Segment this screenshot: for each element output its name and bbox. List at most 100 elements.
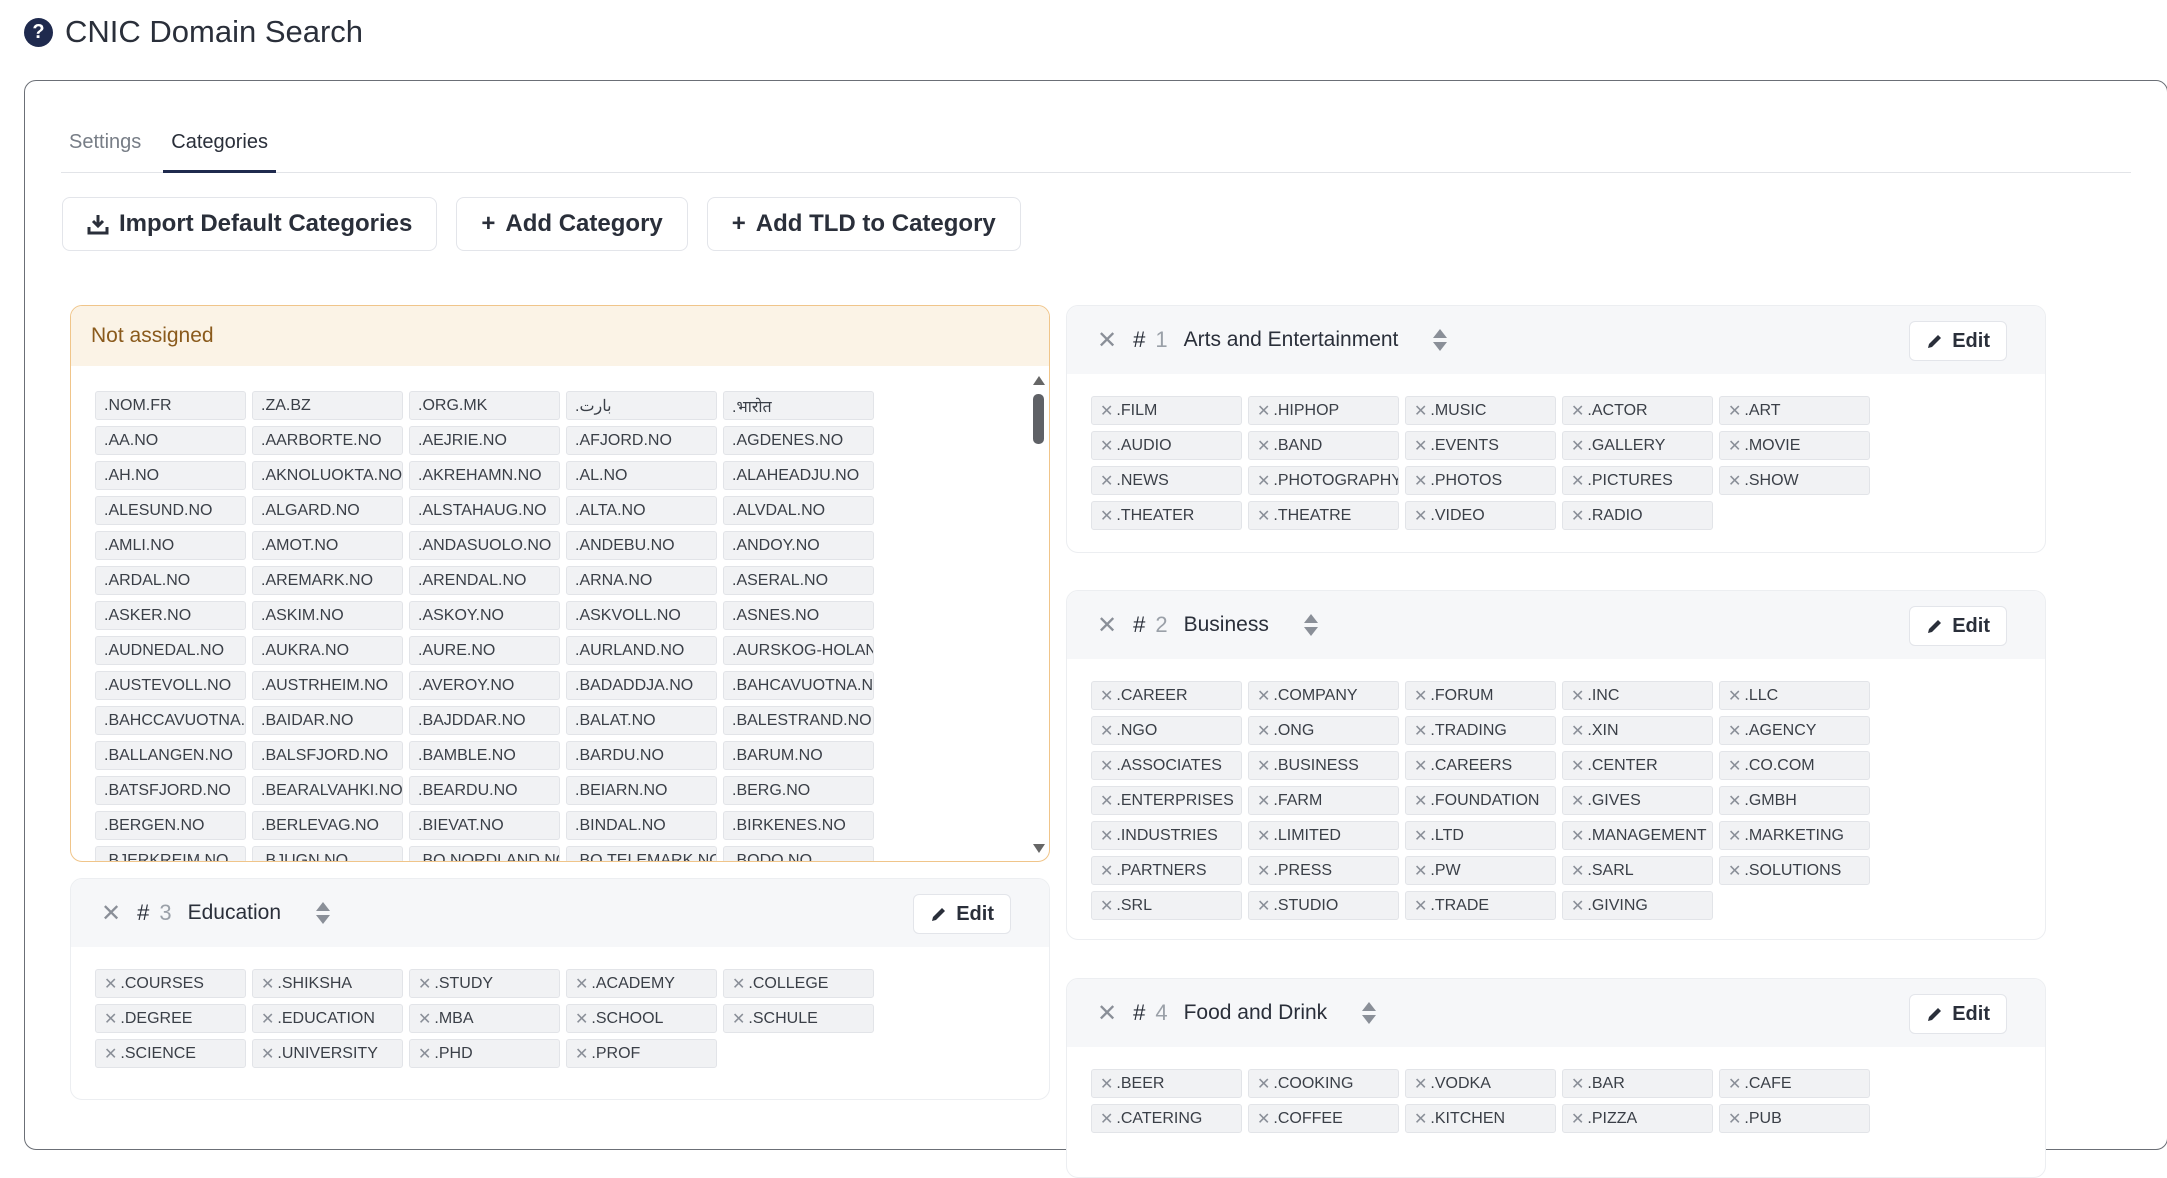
remove-tld-icon[interactable]: ✕: [1571, 826, 1584, 846]
add-tld-to-category-button[interactable]: + Add TLD to Category: [706, 197, 1021, 251]
remove-tld-icon[interactable]: ✕: [1257, 686, 1270, 706]
remove-tld-icon[interactable]: ✕: [1414, 721, 1427, 741]
remove-tld-icon[interactable]: ✕: [1728, 1074, 1741, 1094]
tld-chip[interactable]: .BINDAL.NO: [566, 811, 717, 840]
tld-chip[interactable]: .BIRKENES.NO: [723, 811, 874, 840]
remove-tld-icon[interactable]: ✕: [1414, 861, 1427, 881]
remove-tld-icon[interactable]: ✕: [1728, 1109, 1741, 1129]
scroll-down-arrow-icon[interactable]: [1033, 844, 1045, 853]
tld-chip[interactable]: .AMLI.NO: [95, 531, 246, 560]
sort-icon[interactable]: [1361, 1001, 1377, 1025]
remove-tld-icon[interactable]: ✕: [1100, 471, 1113, 491]
tld-chip[interactable]: .BATSFJORD.NO: [95, 776, 246, 805]
remove-tld-icon[interactable]: ✕: [1257, 756, 1270, 776]
remove-tld-icon[interactable]: ✕: [1728, 756, 1741, 776]
remove-category-icon[interactable]: ✕: [1097, 326, 1117, 355]
tld-chip[interactable]: .BAIDAR.NO: [252, 706, 403, 735]
question-circle-icon[interactable]: ?: [24, 17, 53, 47]
remove-tld-icon[interactable]: ✕: [104, 1044, 117, 1064]
tld-chip[interactable]: .ANDEBU.NO: [566, 531, 717, 560]
tld-chip[interactable]: .BAMBLE.NO: [409, 741, 560, 770]
remove-tld-icon[interactable]: ✕: [1100, 791, 1113, 811]
tld-chip[interactable]: .AKNOLUOKTA.NO: [252, 461, 403, 490]
remove-category-icon[interactable]: ✕: [101, 899, 121, 928]
import-default-categories-button[interactable]: Import Default Categories: [62, 197, 438, 251]
tld-chip[interactable]: .ASKIM.NO: [252, 601, 403, 630]
remove-tld-icon[interactable]: ✕: [418, 1009, 431, 1029]
remove-tld-icon[interactable]: ✕: [1100, 1074, 1113, 1094]
remove-tld-icon[interactable]: ✕: [1414, 401, 1427, 421]
sort-icon[interactable]: [315, 901, 331, 925]
tld-chip[interactable]: .AGDENES.NO: [723, 426, 874, 455]
tld-chip[interactable]: .BARDU.NO: [566, 741, 717, 770]
tld-chip[interactable]: .BERG.NO: [723, 776, 874, 805]
remove-tld-icon[interactable]: ✕: [1571, 471, 1584, 491]
tld-chip[interactable]: .ORG.MK: [409, 391, 560, 420]
remove-tld-icon[interactable]: ✕: [1100, 506, 1113, 526]
tld-chip[interactable]: .BODO.NO: [723, 846, 874, 861]
scrollbar-thumb[interactable]: [1033, 394, 1044, 444]
tld-chip[interactable]: .BADADDJA.NO: [566, 671, 717, 700]
remove-tld-icon[interactable]: ✕: [1257, 471, 1270, 491]
remove-tld-icon[interactable]: ✕: [732, 1009, 745, 1029]
remove-tld-icon[interactable]: ✕: [1571, 896, 1584, 916]
tld-chip[interactable]: .AH.NO: [95, 461, 246, 490]
tld-chip[interactable]: .AARBORTE.NO: [252, 426, 403, 455]
tld-chip[interactable]: .ARNA.NO: [566, 566, 717, 595]
tld-chip[interactable]: .ARENDAL.NO: [409, 566, 560, 595]
tld-chip[interactable]: .BEIARN.NO: [566, 776, 717, 805]
remove-tld-icon[interactable]: ✕: [104, 974, 117, 994]
remove-tld-icon[interactable]: ✕: [575, 1044, 588, 1064]
remove-tld-icon[interactable]: ✕: [1571, 436, 1584, 456]
add-category-button[interactable]: + Add Category: [456, 197, 688, 251]
tld-chip[interactable]: .AA.NO: [95, 426, 246, 455]
scroll-up-arrow-icon[interactable]: [1033, 376, 1045, 385]
edit-category-button[interactable]: Edit: [1909, 606, 2007, 646]
remove-tld-icon[interactable]: ✕: [1728, 471, 1741, 491]
tld-chip[interactable]: .BEARALVAHKI.NO: [252, 776, 403, 805]
remove-tld-icon[interactable]: ✕: [1100, 401, 1113, 421]
remove-tld-icon[interactable]: ✕: [1257, 436, 1270, 456]
tld-chip[interactable]: .ALVDAL.NO: [723, 496, 874, 525]
tld-chip[interactable]: .AVEROY.NO: [409, 671, 560, 700]
tld-chip[interactable]: .BALAT.NO: [566, 706, 717, 735]
remove-tld-icon[interactable]: ✕: [1100, 861, 1113, 881]
tld-chip[interactable]: .BALESTRAND.NO: [723, 706, 874, 735]
tld-chip[interactable]: .AUDNEDAL.NO: [95, 636, 246, 665]
remove-tld-icon[interactable]: ✕: [1728, 861, 1741, 881]
remove-tld-icon[interactable]: ✕: [1728, 721, 1741, 741]
tld-chip[interactable]: .BAHCAVUOTNA.NO: [723, 671, 874, 700]
tld-chip[interactable]: .ASNES.NO: [723, 601, 874, 630]
remove-tld-icon[interactable]: ✕: [104, 1009, 117, 1029]
remove-tld-icon[interactable]: ✕: [418, 974, 431, 994]
remove-tld-icon[interactable]: ✕: [1100, 756, 1113, 776]
remove-tld-icon[interactable]: ✕: [1414, 1109, 1427, 1129]
tld-chip[interactable]: .AL.NO: [566, 461, 717, 490]
remove-tld-icon[interactable]: ✕: [1100, 721, 1113, 741]
remove-tld-icon[interactable]: ✕: [575, 974, 588, 994]
remove-tld-icon[interactable]: ✕: [1257, 861, 1270, 881]
tld-chip[interactable]: .BAHCCAVUOTNA.NO: [95, 706, 246, 735]
tld-chip[interactable]: .ALGARD.NO: [252, 496, 403, 525]
sort-icon[interactable]: [1303, 613, 1319, 637]
remove-tld-icon[interactable]: ✕: [1728, 401, 1741, 421]
tld-chip[interactable]: .ASERAL.NO: [723, 566, 874, 595]
tld-chip[interactable]: .BIEVAT.NO: [409, 811, 560, 840]
tld-chip[interactable]: .BJERKREIM.NO: [95, 846, 246, 861]
remove-tld-icon[interactable]: ✕: [1571, 861, 1584, 881]
remove-tld-icon[interactable]: ✕: [1100, 1109, 1113, 1129]
remove-tld-icon[interactable]: ✕: [1571, 1074, 1584, 1094]
tld-chip[interactable]: .BERLEVAG.NO: [252, 811, 403, 840]
tld-chip[interactable]: .BEARDU.NO: [409, 776, 560, 805]
edit-category-button[interactable]: Edit: [1909, 321, 2007, 361]
tld-chip[interactable]: .AREMARK.NO: [252, 566, 403, 595]
sort-icon[interactable]: [1432, 328, 1448, 352]
tld-chip[interactable]: .ANDOY.NO: [723, 531, 874, 560]
remove-tld-icon[interactable]: ✕: [1414, 826, 1427, 846]
tld-chip[interactable]: .BERGEN.NO: [95, 811, 246, 840]
tld-chip[interactable]: .BJUGN.NO: [252, 846, 403, 861]
tld-chip[interactable]: .AMOT.NO: [252, 531, 403, 560]
remove-tld-icon[interactable]: ✕: [1571, 721, 1584, 741]
tld-chip[interactable]: .AUSTEVOLL.NO: [95, 671, 246, 700]
tld-chip[interactable]: .AURSKOG-HOLAND.NO: [723, 636, 874, 665]
